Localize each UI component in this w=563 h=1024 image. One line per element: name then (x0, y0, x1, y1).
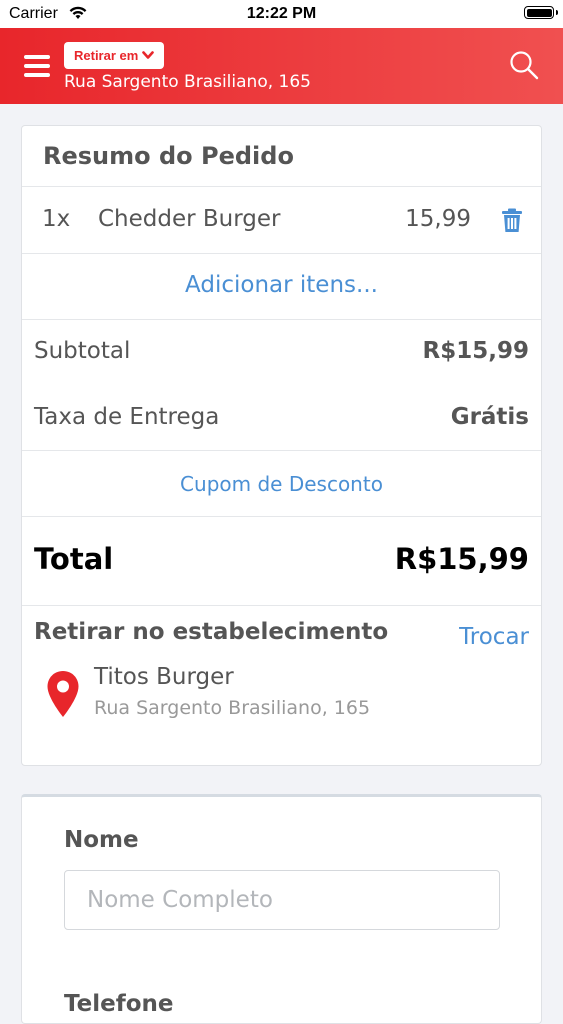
order-summary-title: Resumo do Pedido (43, 142, 294, 170)
battery-icon (524, 6, 558, 19)
delivery-fee-label: Taxa de Entrega (34, 404, 220, 430)
divider (22, 253, 541, 254)
pickup-mode-label: Retirar em (74, 48, 139, 63)
phone-label: Telefone (64, 991, 174, 1017)
subtotal-label: Subtotal (34, 338, 131, 364)
name-label: Nome (64, 827, 139, 853)
add-items-link[interactable]: Adicionar itens... (22, 272, 541, 298)
store-name: Titos Burger (94, 664, 234, 690)
menu-icon[interactable] (24, 55, 50, 77)
item-price: 15,99 (405, 206, 471, 232)
customer-form-card: Nome Telefone (21, 794, 542, 1024)
divider (22, 186, 541, 187)
item-quantity: 1x (42, 206, 71, 232)
delivery-fee-value: Grátis (450, 404, 529, 430)
chevron-down-icon (142, 51, 155, 59)
name-input[interactable] (64, 870, 500, 930)
trash-icon[interactable] (501, 208, 523, 233)
search-icon[interactable] (509, 50, 539, 80)
divider (22, 605, 541, 606)
store-address: Rua Sargento Brasiliano, 165 (94, 697, 371, 719)
status-bar: Carrier 12:22 PM (0, 0, 563, 28)
divider (22, 450, 541, 451)
subtotal-value: R$15,99 (422, 338, 529, 364)
order-summary-card: Resumo do Pedido 1x Chedder Burger 15,99… (21, 125, 542, 766)
change-pickup-link[interactable]: Trocar (459, 624, 529, 650)
divider (22, 319, 541, 320)
discount-coupon-link[interactable]: Cupom de Desconto (22, 472, 541, 496)
pickup-title: Retirar no estabelecimento (34, 619, 389, 645)
header-address[interactable]: Rua Sargento Brasiliano, 165 (64, 72, 311, 92)
divider (22, 516, 541, 517)
clock: 12:22 PM (246, 5, 317, 22)
app-header: Retirar em Rua Sargento Brasiliano, 165 (0, 28, 563, 104)
total-label: Total (34, 542, 114, 576)
pickup-mode-selector[interactable]: Retirar em (64, 42, 165, 69)
item-name: Chedder Burger (98, 206, 281, 232)
total-value: R$15,99 (394, 542, 529, 576)
location-pin-icon (46, 670, 80, 718)
